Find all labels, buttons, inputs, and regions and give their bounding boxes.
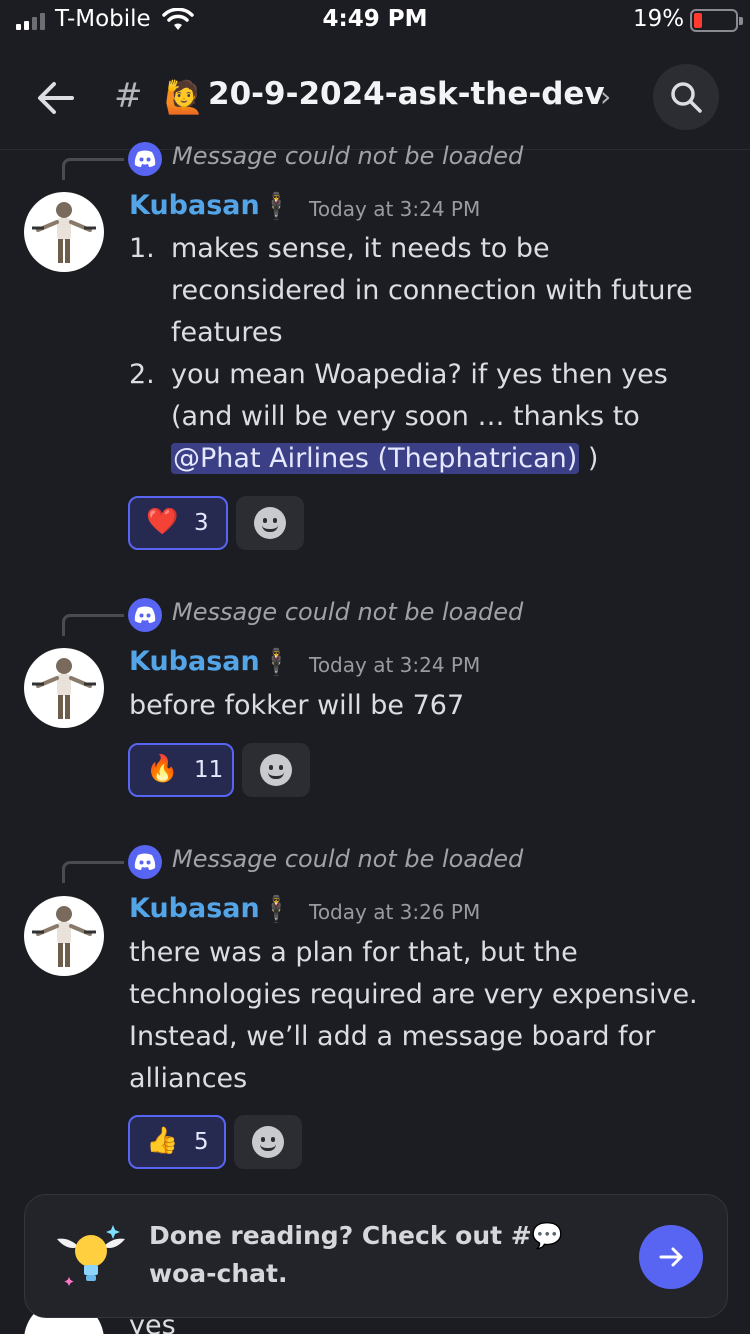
- discord-logo-icon: [128, 142, 162, 176]
- arrow-right-icon: [659, 1247, 683, 1267]
- reaction-count: 11: [194, 757, 224, 783]
- role-badge-icon: 🕴: [260, 192, 293, 222]
- user-mention[interactable]: @Phat Airlines (Thephatrican): [171, 443, 580, 474]
- avatar-figure-icon: [32, 202, 96, 263]
- timestamp: Today at 3:26 PM: [309, 900, 481, 924]
- done-reading-banner[interactable]: Done reading? Check out #💬woa-chat.: [24, 1194, 728, 1318]
- add-reaction-button[interactable]: [242, 743, 310, 797]
- reaction-count: 5: [194, 1129, 209, 1155]
- winged-lightbulb-icon: [57, 1225, 125, 1286]
- username[interactable]: Kubasan: [129, 646, 260, 677]
- channel-header: # 🙋 20-9-2024-ask-the-dev ›: [0, 50, 750, 150]
- avatar[interactable]: [24, 896, 104, 976]
- battery-percent: 19%: [633, 6, 685, 32]
- message-body: 1. makes sense, it needs to be reconside…: [129, 228, 729, 480]
- avatar[interactable]: [24, 648, 104, 728]
- reply-text: Message could not be loaded: [172, 142, 524, 170]
- status-bar: T-Mobile 4:49 PM 19%: [0, 0, 750, 42]
- reply-reference[interactable]: Message could not be loaded: [62, 596, 750, 636]
- search-icon: [671, 82, 702, 113]
- reply-text: Message could not be loaded: [172, 598, 524, 626]
- timestamp: Today at 3:24 PM: [309, 197, 481, 221]
- avatar-figure-icon: [32, 906, 96, 967]
- message-body: before fokker will be 767: [129, 690, 465, 721]
- discord-logo-icon: [128, 598, 162, 632]
- smiley-icon: [252, 1126, 284, 1158]
- add-reaction-button[interactable]: [236, 496, 304, 550]
- role-badge-icon: 🕴: [260, 895, 293, 925]
- reaction-fire[interactable]: 🔥 11: [128, 743, 234, 797]
- channel-emoji: 🙋: [164, 78, 204, 116]
- channel-hash-icon: #: [114, 76, 143, 116]
- reaction-heart[interactable]: ❤️ 3: [128, 496, 228, 550]
- banner-text: Done reading? Check out #💬woa-chat.: [149, 1221, 563, 1288]
- role-badge-icon: 🕴: [260, 648, 293, 678]
- list-item: 1. makes sense, it needs to be reconside…: [129, 233, 693, 348]
- search-button[interactable]: [653, 64, 719, 130]
- reply-reference[interactable]: Message could not be loaded: [62, 843, 750, 883]
- add-reaction-button[interactable]: [234, 1115, 302, 1169]
- back-arrow-icon[interactable]: [32, 76, 80, 120]
- chevron-right-icon[interactable]: ›: [600, 80, 611, 113]
- discord-logo-icon: [128, 845, 162, 879]
- channel-title[interactable]: 20-9-2024-ask-the-dev: [208, 76, 605, 112]
- reply-text: Message could not be loaded: [172, 845, 524, 873]
- list-item: 2. you mean Woapedia? if yes then yes (a…: [129, 359, 668, 474]
- message-body: there was a plan for that, but the techn…: [129, 937, 698, 1094]
- avatar-figure-icon: [32, 658, 96, 719]
- smiley-icon: [254, 507, 286, 539]
- battery-icon: [690, 9, 743, 32]
- username[interactable]: Kubasan: [129, 893, 260, 924]
- timestamp: Today at 3:24 PM: [309, 653, 481, 677]
- avatar[interactable]: [24, 192, 104, 272]
- reply-reference[interactable]: Message could not be loaded: [62, 140, 750, 180]
- reaction-count: 3: [194, 510, 209, 536]
- go-to-channel-button[interactable]: [639, 1225, 703, 1289]
- reaction-thumbs-up[interactable]: 👍 5: [128, 1115, 226, 1169]
- username[interactable]: Kubasan: [129, 190, 260, 221]
- smiley-icon: [260, 754, 292, 786]
